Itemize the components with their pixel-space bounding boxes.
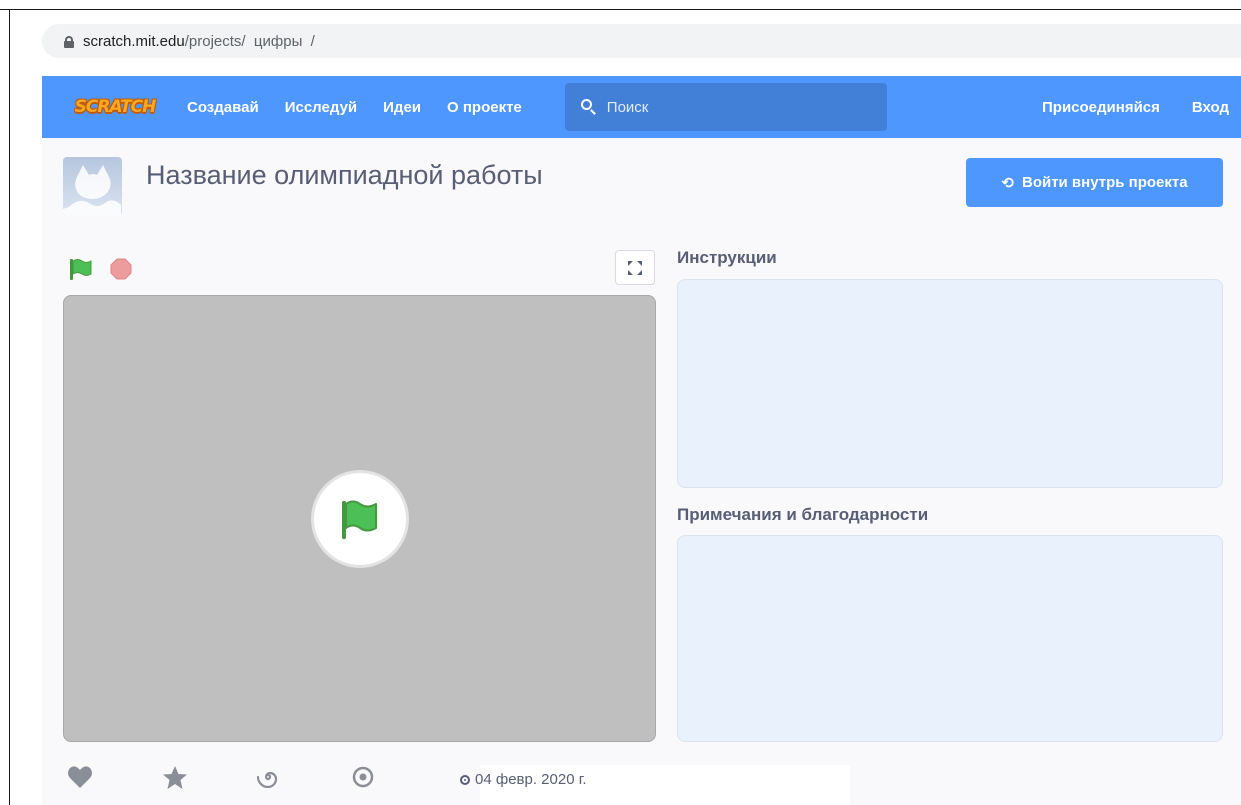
nav-ideas[interactable]: Идеи — [370, 99, 434, 116]
signin-link[interactable]: Вход — [1176, 99, 1241, 116]
nav-right: Присоединяйся Вход — [1026, 99, 1241, 116]
remix-icon: ⟲ — [1001, 174, 1014, 192]
address-bar[interactable]: scratch.mit.edu/projects/ цифры / — [42, 24, 1241, 58]
copyright-icon — [460, 774, 470, 785]
url-host: scratch.mit.edu — [83, 32, 185, 50]
project-title: Название олимпиадной работы — [146, 160, 543, 190]
love-button[interactable] — [67, 765, 93, 794]
favorite-button[interactable] — [162, 765, 188, 795]
green-flag-button[interactable] — [69, 258, 93, 285]
top-navbar: SCRATCH Создавай Исследуй Идеи О проекте… — [42, 76, 1241, 138]
stop-icon — [110, 258, 132, 280]
remix-count — [256, 765, 280, 794]
nav-about[interactable]: О проекте — [434, 99, 535, 116]
window-frame-top — [0, 9, 1241, 10]
window-frame-left — [9, 9, 10, 805]
green-flag-icon — [342, 500, 377, 539]
nav-create[interactable]: Создавай — [174, 99, 272, 116]
join-link[interactable]: Присоединяйся — [1026, 99, 1176, 116]
lock-icon — [64, 35, 74, 48]
search-input[interactable] — [606, 98, 867, 116]
eye-icon — [352, 766, 374, 788]
scratch-logo[interactable]: SCRATCH — [66, 90, 164, 124]
url-path: /projects/ цифры / — [184, 32, 315, 50]
see-inside-button[interactable]: ⟲ Войти внутрь проекта — [966, 158, 1223, 207]
view-count — [351, 765, 375, 794]
avatar[interactable] — [63, 157, 122, 216]
fullscreen-icon — [628, 260, 642, 275]
heart-icon — [68, 766, 92, 788]
star-icon — [163, 766, 187, 789]
stage-play-button[interactable] — [311, 470, 409, 568]
stop-button[interactable] — [110, 258, 132, 280]
green-flag-icon — [70, 259, 92, 280]
instructions-heading: Инструкции — [677, 248, 777, 267]
search-icon — [580, 99, 597, 115]
notes-heading: Примечания и благодарности — [677, 505, 929, 524]
instructions-box[interactable] — [677, 279, 1223, 488]
notes-box[interactable] — [677, 535, 1223, 742]
see-inside-label: Войти внутрь проекта — [1021, 174, 1188, 191]
search-box[interactable] — [564, 83, 887, 131]
fullscreen-button[interactable] — [615, 250, 655, 285]
project-date: 04 февр. 2020 г. — [460, 771, 587, 788]
nav-explore[interactable]: Исследуй — [272, 99, 370, 116]
remix-spiral-icon — [256, 771, 278, 789]
date-text: 04 февр. 2020 г. — [475, 771, 587, 788]
